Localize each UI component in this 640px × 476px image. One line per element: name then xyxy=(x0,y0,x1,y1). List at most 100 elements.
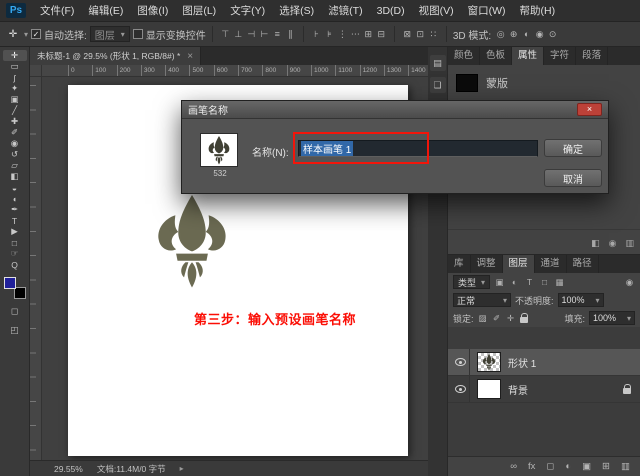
new-group-icon[interactable]: ▣ xyxy=(582,461,591,472)
filter-adjustment-layers-icon[interactable]: ◐ xyxy=(509,277,520,287)
tab-paths[interactable]: 路径 xyxy=(567,255,599,273)
3d-mode-icon[interactable]: ⊙ xyxy=(546,26,559,42)
layer-row-background[interactable]: 背景 xyxy=(448,376,640,403)
layer-row-shape[interactable]: 形状 1 xyxy=(448,349,640,376)
dialog-close-button[interactable]: × xyxy=(577,103,602,116)
hand-tool[interactable]: ☞ xyxy=(3,248,27,259)
path-selection-tool[interactable]: ▶ xyxy=(3,226,27,237)
tab-color[interactable]: 颜色 xyxy=(448,47,481,65)
tab-character[interactable]: 字符 xyxy=(544,47,577,65)
history-brush-tool[interactable]: ↺ xyxy=(3,149,27,160)
3d-mode-icon[interactable]: ◎ xyxy=(494,26,507,42)
lock-transparency-icon[interactable]: ▨ xyxy=(478,313,488,324)
distribute-icon[interactable]: ⊞ xyxy=(362,26,375,42)
filter-type-dropdown[interactable]: 类型 ▾ xyxy=(453,275,491,289)
distribute-icon[interactable]: ⋯ xyxy=(349,26,362,42)
filter-type-layers-icon[interactable]: T xyxy=(524,277,535,287)
menu-item[interactable]: 文字(Y) xyxy=(223,0,272,22)
close-icon[interactable]: × xyxy=(187,51,193,62)
align-icon[interactable]: ⊤ xyxy=(219,26,232,42)
add-layer-mask-icon[interactable]: ◻ xyxy=(546,461,554,472)
zoom-level-field[interactable]: 29.55% xyxy=(54,464,83,474)
tab-swatches[interactable]: 色板 xyxy=(480,47,513,65)
align-icon[interactable]: ⊣ xyxy=(245,26,258,42)
quick-mask-icon[interactable]: ◻ xyxy=(5,304,25,318)
lock-position-icon[interactable]: ✛ xyxy=(506,313,516,324)
status-menu-arrow-icon[interactable]: ▸ xyxy=(180,464,184,473)
auto-select-dropdown[interactable]: 图层 ▾ xyxy=(89,26,130,42)
filter-smart-objects-icon[interactable]: ▦ xyxy=(554,277,565,288)
brush-tool[interactable]: ✐ xyxy=(3,127,27,138)
foreground-color-swatch[interactable] xyxy=(3,277,16,289)
tab-channels[interactable]: 通道 xyxy=(535,255,567,273)
mask-thumbnail[interactable] xyxy=(456,74,478,92)
menu-item[interactable]: 图像(I) xyxy=(130,0,175,22)
align-icon[interactable]: ≡ xyxy=(271,26,284,42)
distribute-icon[interactable]: ⋮ xyxy=(336,26,349,42)
cancel-button[interactable]: 取消 xyxy=(544,169,602,187)
select-mask-icon[interactable]: ◧ xyxy=(591,238,600,249)
arrange-icon[interactable]: ∷ xyxy=(427,26,440,42)
tab-paragraph[interactable]: 段落 xyxy=(576,47,609,65)
align-icon[interactable]: ⊥ xyxy=(232,26,245,42)
menu-item[interactable]: 3D(D) xyxy=(370,0,412,22)
blur-tool[interactable]: ◒ xyxy=(3,182,27,193)
move-tool[interactable]: ✛ xyxy=(2,50,27,61)
tab-layers[interactable]: 图层 xyxy=(502,255,535,273)
crop-tool[interactable]: ▣ xyxy=(3,94,27,105)
eraser-tool[interactable]: ▱ xyxy=(3,160,27,171)
filter-pixel-layers-icon[interactable]: ▣ xyxy=(494,277,505,288)
lock-pixels-icon[interactable]: ✐ xyxy=(492,313,502,324)
delete-layer-icon[interactable]: ▥ xyxy=(621,461,630,472)
link-layers-icon[interactable]: ∞ xyxy=(510,461,517,472)
3d-mode-icon[interactable]: ⊕ xyxy=(507,26,520,42)
collapsed-panel-icon-2[interactable]: ❏ xyxy=(429,77,446,93)
distribute-icon[interactable]: ⊟ xyxy=(375,26,388,42)
collapsed-panel-icon-1[interactable]: ▤ xyxy=(429,55,446,71)
clone-stamp-tool[interactable]: ◉ xyxy=(3,138,27,149)
menu-item[interactable]: 编辑(E) xyxy=(81,0,130,22)
filter-shape-layers-icon[interactable]: □ xyxy=(539,277,550,287)
distribute-icon[interactable]: ⊦ xyxy=(310,26,323,42)
adjustment-layer-icon[interactable]: ◐ xyxy=(565,461,571,472)
align-icon[interactable]: ⊢ xyxy=(258,26,271,42)
menu-item[interactable]: 窗口(W) xyxy=(461,0,513,22)
dialog-title-bar[interactable]: 画笔名称 × xyxy=(182,101,608,119)
auto-select-checkbox[interactable]: ✓ xyxy=(31,29,42,39)
lasso-tool[interactable]: ʃ xyxy=(3,72,27,83)
healing-brush-tool[interactable]: ✚ xyxy=(3,116,27,127)
zoom-tool[interactable]: Q xyxy=(3,259,27,270)
tab-libraries[interactable]: 库 xyxy=(448,255,471,273)
3d-mode-icon[interactable]: ◉ xyxy=(533,26,546,42)
distribute-icon[interactable]: ⊧ xyxy=(323,26,336,42)
screen-mode-icon[interactable]: ◰ xyxy=(5,323,25,337)
opacity-dropdown[interactable]: 100% ▾ xyxy=(557,293,604,307)
eyedropper-tool[interactable]: ╱ xyxy=(3,105,27,116)
type-tool[interactable]: T xyxy=(3,215,27,226)
menu-item[interactable]: 滤镜(T) xyxy=(321,0,369,22)
delete-mask-icon[interactable]: ▥ xyxy=(625,238,634,249)
fill-dropdown[interactable]: 100% ▾ xyxy=(589,311,635,325)
arrange-icon[interactable]: ⊡ xyxy=(414,26,427,42)
layer-style-icon[interactable]: fx xyxy=(528,461,535,472)
menu-item[interactable]: 文件(F) xyxy=(33,0,81,22)
tab-properties[interactable]: 属性 xyxy=(512,47,545,65)
menu-item[interactable]: 视图(V) xyxy=(412,0,461,22)
layer-thumbnail[interactable] xyxy=(477,379,501,399)
show-transform-checkbox[interactable] xyxy=(132,29,143,39)
arrange-icon[interactable]: ⊠ xyxy=(401,26,414,42)
new-layer-icon[interactable]: ⊞ xyxy=(602,461,610,472)
align-icon[interactable]: ∥ xyxy=(284,26,297,42)
quick-selection-tool[interactable]: ✦ xyxy=(3,83,27,94)
3d-mode-icon[interactable]: ◐ xyxy=(520,26,533,42)
document-tab[interactable]: 未标题-1 @ 29.5% (形状 1, RGB/8#) * × xyxy=(30,47,202,65)
visibility-toggle[interactable] xyxy=(452,349,470,375)
visibility-toggle[interactable] xyxy=(452,376,470,402)
layer-thumbnail[interactable] xyxy=(477,352,501,372)
menu-item[interactable]: 帮助(H) xyxy=(513,0,563,22)
apply-mask-icon[interactable]: ◉ xyxy=(609,238,617,249)
pen-tool[interactable]: ✒ xyxy=(3,204,27,215)
menu-item[interactable]: 图层(L) xyxy=(175,0,223,22)
ok-button[interactable]: 确定 xyxy=(544,139,602,157)
blend-mode-dropdown[interactable]: 正常 ▾ xyxy=(453,293,511,307)
